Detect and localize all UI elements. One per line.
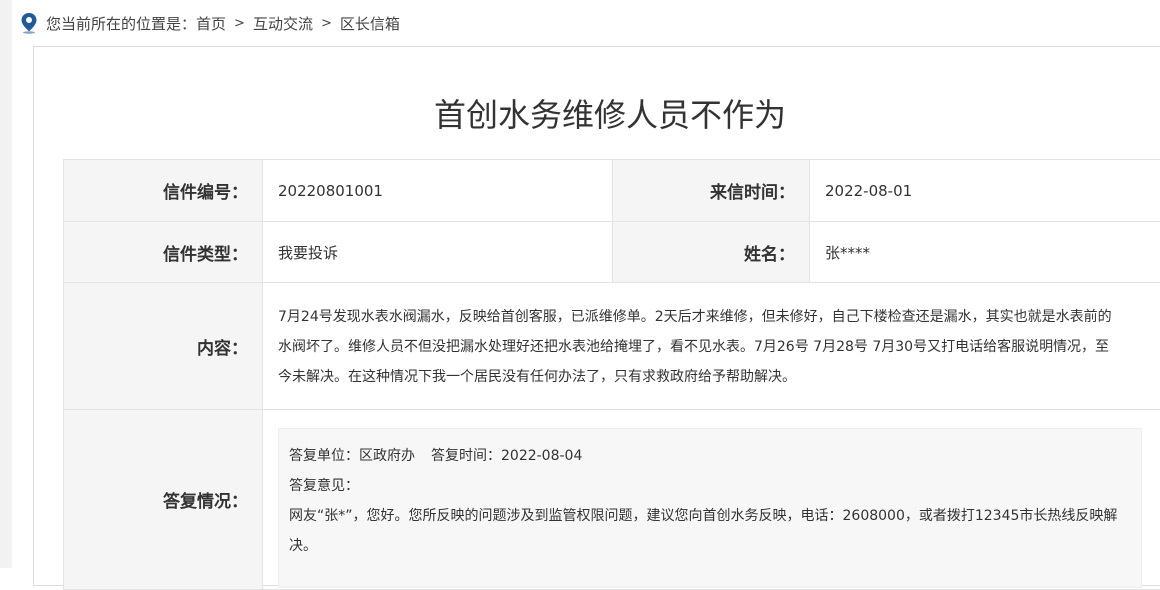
- reply-unit: 答复单位：区政府办: [289, 448, 415, 464]
- breadcrumb-prefix: 您当前所在的位置是：: [46, 13, 196, 34]
- letter-details-table: 信件编号： 20220801001 来信时间： 2022-08-01 信件类型：…: [63, 159, 1160, 590]
- left-gutter: [0, 0, 12, 568]
- reply-cell: 答复单位：区政府办答复时间：2022-08-04 答复意见： 网友“张*”，您好…: [263, 410, 1160, 590]
- reply-text: 网友“张*”，您好。您所反映的问题涉及到监管权限问题，建议您向首创水务反映，电话…: [289, 501, 1131, 561]
- reply-box: 答复单位：区政府办答复时间：2022-08-04 答复意见： 网友“张*”，您好…: [278, 428, 1142, 588]
- letter-date: 2022-08-01: [810, 160, 1160, 222]
- breadcrumb: 您当前所在的位置是： 首页 > 互动交流 > 区长信箱: [20, 12, 400, 34]
- name-label: 姓名：: [613, 222, 810, 283]
- letter-content: 7月24号发现水表水阀漏水，反映给首创客服，已派维修单。2天后才来维修，但未修好…: [263, 283, 1160, 410]
- letter-date-label: 来信时间：: [613, 160, 810, 222]
- breadcrumb-home[interactable]: 首页: [196, 13, 226, 34]
- letter-type-label: 信件类型：: [64, 222, 263, 283]
- location-pin-icon: [20, 12, 38, 34]
- breadcrumb-mailbox[interactable]: 区长信箱: [340, 13, 400, 34]
- breadcrumb-separator: >: [234, 16, 245, 31]
- reply-label: 答复情况：: [64, 410, 263, 590]
- sender-name: 张****: [810, 222, 1160, 283]
- reply-time: 答复时间：2022-08-04: [431, 448, 582, 464]
- content-label: 内容：: [64, 283, 263, 410]
- reply-opinion-label: 答复意见：: [289, 471, 1131, 501]
- breadcrumb-separator: >: [321, 16, 332, 31]
- letter-number-label: 信件编号：: [64, 160, 263, 222]
- letter-number: 20220801001: [263, 160, 613, 222]
- breadcrumb-interaction[interactable]: 互动交流: [253, 13, 313, 34]
- page-title: 首创水务维修人员不作为: [0, 90, 1160, 136]
- letter-type: 我要投诉: [263, 222, 613, 283]
